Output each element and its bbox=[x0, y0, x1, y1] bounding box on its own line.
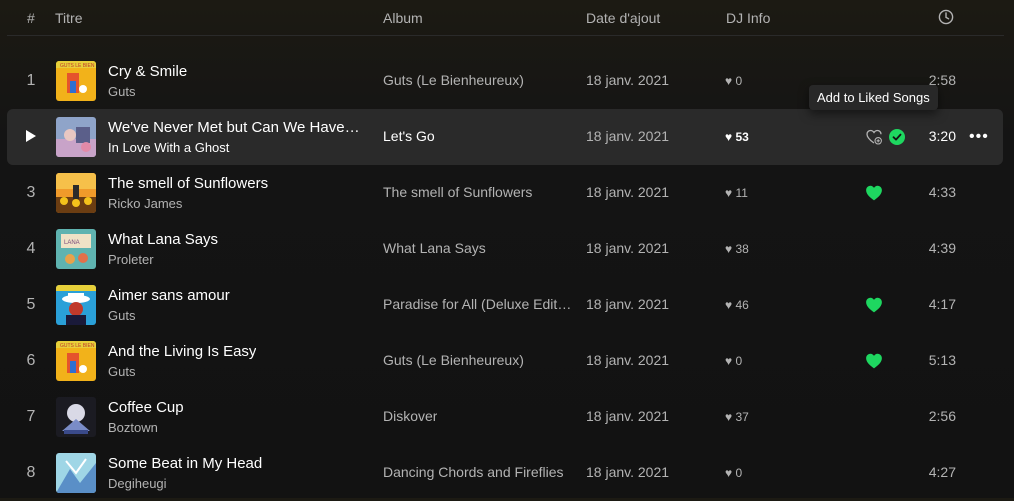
svg-text:LANA: LANA bbox=[64, 240, 80, 246]
track-album[interactable]: Guts (Le Bienheureux) bbox=[383, 72, 524, 88]
track-index: 4 bbox=[26, 240, 36, 257]
track-title[interactable]: Some Beat in My Head bbox=[108, 455, 262, 472]
checkmark-icon[interactable] bbox=[889, 129, 905, 145]
track-date-added: 18 janv. 2021 bbox=[586, 240, 670, 256]
track-album[interactable]: Let's Go bbox=[383, 128, 435, 144]
album-cover[interactable]: LANA bbox=[56, 229, 96, 269]
track-duration: 4:39 bbox=[928, 240, 956, 256]
track-dj-info: ♥ 53 bbox=[725, 130, 749, 144]
header-index: # bbox=[27, 10, 35, 26]
track-row[interactable]: 4 LANA What Lana Says Proleter What Lana… bbox=[7, 221, 1003, 277]
track-duration: 4:27 bbox=[928, 464, 956, 480]
track-album[interactable]: Paradise for All (Deluxe Edition) bbox=[383, 296, 573, 312]
album-cover[interactable] bbox=[56, 285, 96, 325]
track-row[interactable]: 7 Coffee Cup Boztown Diskover 18 janv. 2… bbox=[7, 389, 1003, 445]
track-duration: 4:33 bbox=[928, 184, 956, 200]
track-date-added: 18 janv. 2021 bbox=[586, 352, 670, 368]
header-title[interactable]: Titre bbox=[55, 10, 82, 26]
liked-heart-icon[interactable] bbox=[865, 184, 883, 202]
track-album[interactable]: What Lana Says bbox=[383, 240, 486, 256]
track-artist[interactable]: Boztown bbox=[108, 420, 158, 435]
album-cover[interactable] bbox=[56, 397, 96, 437]
clock-icon[interactable] bbox=[938, 9, 954, 25]
track-dj-info: ♥ 37 bbox=[725, 410, 749, 424]
track-row[interactable]: 5 Aimer sans amour Guts Paradise for All… bbox=[7, 277, 1003, 333]
header-dj-info[interactable]: DJ Info bbox=[726, 10, 770, 26]
track-date-added: 18 janv. 2021 bbox=[586, 464, 670, 480]
track-duration: 3:20 bbox=[928, 128, 956, 144]
track-dj-info: ♥ 0 bbox=[725, 74, 743, 88]
track-dj-info: ♥ 0 bbox=[725, 466, 743, 480]
track-album[interactable]: Diskover bbox=[383, 408, 437, 424]
album-cover[interactable]: GUTS LE BIEN bbox=[56, 341, 96, 381]
svg-text:GUTS LE BIEN: GUTS LE BIEN bbox=[60, 63, 95, 69]
liked-heart-icon[interactable] bbox=[865, 352, 883, 370]
track-album[interactable]: Dancing Chords and Fireflies bbox=[383, 464, 564, 480]
album-cover[interactable]: GUTS LE BIEN bbox=[56, 61, 96, 101]
track-artist[interactable]: Guts bbox=[108, 84, 135, 99]
track-title[interactable]: The smell of Sunflowers bbox=[108, 175, 268, 192]
track-duration: 4:17 bbox=[928, 296, 956, 312]
track-title[interactable]: Cry & Smile bbox=[108, 63, 187, 80]
track-title[interactable]: What Lana Says bbox=[108, 231, 218, 248]
header-date-added[interactable]: Date d'ajout bbox=[586, 10, 660, 26]
track-date-added: 18 janv. 2021 bbox=[586, 128, 670, 144]
track-index: 6 bbox=[26, 352, 36, 369]
track-artist[interactable]: Degiheugi bbox=[108, 476, 167, 491]
heart-plus-icon[interactable] bbox=[866, 129, 882, 145]
header-divider bbox=[7, 35, 1004, 36]
track-row[interactable]: 8 Some Beat in My Head Degiheugi Dancing… bbox=[7, 445, 1003, 501]
track-date-added: 18 janv. 2021 bbox=[586, 184, 670, 200]
liked-heart-icon[interactable] bbox=[865, 296, 883, 314]
track-artist[interactable]: Proleter bbox=[108, 252, 154, 267]
play-icon[interactable] bbox=[26, 130, 36, 142]
track-artist[interactable]: Guts bbox=[108, 364, 135, 379]
album-cover[interactable] bbox=[56, 117, 96, 157]
tooltip: Add to Liked Songs bbox=[809, 85, 938, 110]
track-index: 3 bbox=[26, 184, 36, 201]
track-date-added: 18 janv. 2021 bbox=[586, 72, 670, 88]
track-artist[interactable]: In Love With a Ghost bbox=[108, 140, 229, 155]
track-row[interactable]: 3 The smell of Sunflowers Ricko James Th… bbox=[7, 165, 1003, 221]
album-cover[interactable] bbox=[56, 173, 96, 213]
track-title[interactable]: Coffee Cup bbox=[108, 399, 184, 416]
album-cover[interactable] bbox=[56, 453, 96, 493]
track-artist[interactable]: Ricko James bbox=[108, 196, 182, 211]
more-options-icon[interactable]: ••• bbox=[969, 129, 989, 145]
track-duration: 2:56 bbox=[928, 408, 956, 424]
tracklist-header: # Titre Album Date d'ajout DJ Info bbox=[0, 0, 1014, 36]
track-album[interactable]: Guts (Le Bienheureux) bbox=[383, 352, 524, 368]
track-index: 7 bbox=[26, 408, 36, 425]
track-row-hovered[interactable]: We've Never Met but Can We Have a Coffee… bbox=[7, 109, 1003, 165]
track-duration: 5:13 bbox=[928, 352, 956, 368]
track-dj-info: ♥ 46 bbox=[725, 298, 749, 312]
track-index: 8 bbox=[26, 464, 36, 481]
track-title[interactable]: And the Living Is Easy bbox=[108, 343, 256, 360]
track-dj-info: ♥ 0 bbox=[725, 354, 743, 368]
track-index: 5 bbox=[26, 296, 36, 313]
track-dj-info: ♥ 38 bbox=[725, 242, 749, 256]
track-artist[interactable]: Guts bbox=[108, 308, 135, 323]
track-album[interactable]: The smell of Sunflowers bbox=[383, 184, 532, 200]
track-index: 1 bbox=[26, 72, 36, 89]
header-album[interactable]: Album bbox=[383, 10, 423, 26]
track-row[interactable]: 6 GUTS LE BIEN And the Living Is Easy Gu… bbox=[7, 333, 1003, 389]
track-title[interactable]: Aimer sans amour bbox=[108, 287, 230, 304]
track-title[interactable]: We've Never Met but Can We Have a Coffee… bbox=[108, 119, 363, 136]
track-date-added: 18 janv. 2021 bbox=[586, 408, 670, 424]
track-date-added: 18 janv. 2021 bbox=[586, 296, 670, 312]
track-dj-info: ♥ 11 bbox=[725, 186, 748, 200]
svg-text:GUTS LE BIEN: GUTS LE BIEN bbox=[60, 343, 95, 349]
